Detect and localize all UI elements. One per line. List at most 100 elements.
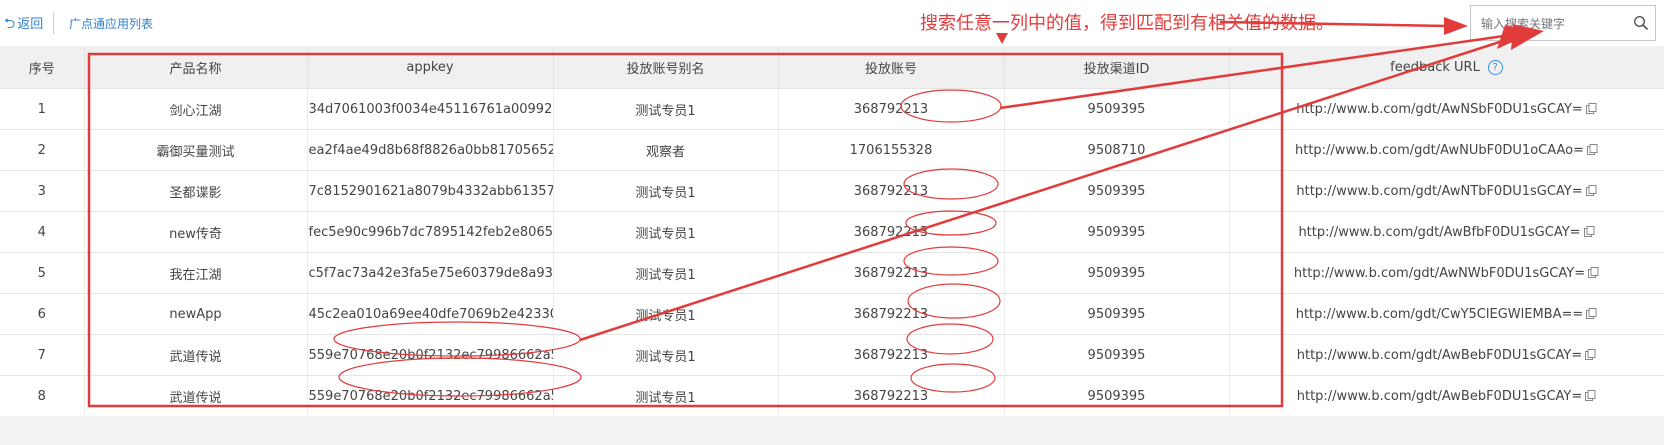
cell-index: 5	[0, 252, 85, 294]
cell-account-alias-text: 测试专员1	[635, 390, 696, 406]
copy-icon[interactable]	[1586, 307, 1597, 319]
cell-account-alias: 测试专员1	[553, 88, 779, 130]
app-table: 序号 产品名称 appkey 投放账号别名 投放账号 投放渠道ID feedba…	[0, 47, 1664, 416]
cell-channel-id: 9509395	[1004, 375, 1230, 416]
cell-product-name: 霸御买量测试	[84, 129, 308, 171]
top-bar: ⮌ 返回 广点通应用列表	[0, 0, 1664, 46]
copy-icon[interactable]	[1585, 389, 1596, 401]
cell-appkey: 559e70768e20b0f2132ec79986662a53	[307, 375, 554, 416]
table-row[interactable]: 4 new传奇 fec5e90c996b7dc7895142feb2e80657 测试…	[0, 211, 1664, 253]
cell-product-name-text: 我在江湖	[169, 267, 222, 283]
cell-appkey-text: 559e70768e20b0f2132ec79986662a53	[308, 388, 553, 404]
cell-account: 368792213	[778, 375, 1005, 416]
cell-appkey-text: 559e70768e20b0f2132ec79986662a53	[308, 347, 553, 363]
cell-account-alias-text: 测试专员1	[635, 103, 696, 119]
cell-feedback-url: http://www.b.com/gdt/AwNTbF0DU1sGCAY=	[1229, 170, 1664, 212]
cell-channel-id: 9509395	[1004, 211, 1230, 253]
cell-account-alias: 测试专员1	[553, 252, 779, 294]
table-row[interactable]: 1 剑心江湖 34d7061003f0034e45116761a00992ed 测试专…	[0, 88, 1664, 130]
table-row[interactable]: 2 霸御买量测试 ea2f4ae49d8b68f8826a0bb817056528 观…	[0, 129, 1664, 171]
cell-account-alias: 观察者	[553, 129, 779, 171]
cell-feedback-url: http://www.b.com/gdt/AwNWbF0DU1sGCAY=	[1229, 252, 1664, 294]
table-row[interactable]: 3 圣都谍影 7c8152901621a8079b4332abb613574f 测试专…	[0, 170, 1664, 212]
cell-index: 1	[0, 88, 85, 130]
table-row[interactable]: 6 newApp 45c2ea010a69ee40dfe7069b2e423302 测…	[0, 293, 1664, 335]
cell-feedback-url-text: http://www.b.com/gdt/AwNSbF0DU1sGCAY=	[1296, 101, 1583, 117]
cell-product-name-text: newApp	[169, 306, 222, 322]
cell-feedback-url: http://www.b.com/gdt/AwBebF0DU1sGCAY=	[1229, 334, 1664, 376]
copy-icon[interactable]	[1585, 102, 1597, 114]
copy-icon[interactable]	[1583, 225, 1595, 237]
back-label: 返回	[17, 17, 44, 32]
cell-feedback-url-text: http://www.b.com/gdt/AwNWbF0DU1sGCAY=	[1293, 265, 1586, 281]
cell-product-name: 圣都谍影	[84, 170, 308, 212]
cell-account-alias-text: 测试专员1	[635, 349, 696, 365]
cell-appkey-text: 7c8152901621a8079b4332abb613574f	[308, 183, 553, 199]
cell-channel-id-text: 9509395	[1087, 347, 1146, 363]
cell-index: 6	[0, 293, 85, 335]
cell-feedback-url-text: http://www.b.com/gdt/AwBebF0DU1sGCAY=	[1296, 388, 1583, 404]
cell-index-text: 2	[37, 142, 46, 158]
cell-account-text: 368792213	[853, 347, 929, 363]
search-icon[interactable]	[1633, 15, 1649, 31]
cell-appkey: 559e70768e20b0f2132ec79986662a53	[307, 334, 554, 376]
copy-icon[interactable]	[1587, 143, 1598, 155]
cell-channel-id-text: 9508710	[1087, 142, 1146, 158]
cell-appkey: 7c8152901621a8079b4332abb613574f	[307, 170, 554, 212]
cell-account: 368792213	[778, 170, 1005, 212]
cell-channel-id: 9509395	[1004, 170, 1230, 212]
cell-index-text: 5	[37, 265, 46, 281]
cell-channel-id-text: 9509395	[1087, 101, 1146, 117]
col-header-index: 序号	[0, 47, 85, 89]
cell-account-alias-text: 测试专员1	[635, 308, 696, 324]
back-arrow-icon: ⮌	[4, 16, 16, 32]
cell-product-name: new传奇	[84, 211, 308, 253]
cell-product-name-text: 剑心江湖	[169, 103, 222, 119]
table-row[interactable]: 8 武道传说 559e70768e20b0f2132ec79986662a53 测试专…	[0, 375, 1664, 416]
cell-feedback-url-text: http://www.b.com/gdt/CwY5ClEGWlEMBA==	[1295, 306, 1584, 322]
col-header-channel-id: 投放渠道ID	[1004, 47, 1230, 89]
cell-account-alias: 测试专员1	[553, 170, 779, 212]
search-box	[1470, 5, 1656, 41]
cell-appkey: c5f7ac73a42e3fa5e75e60379de8a93e	[307, 252, 554, 294]
search-input[interactable]	[1479, 14, 1628, 34]
cell-account-text: 368792213	[853, 224, 929, 240]
table-row[interactable]: 7 武道传说 559e70768e20b0f2132ec79986662a53 测试专…	[0, 334, 1664, 376]
cell-account-alias-text: 观察者	[645, 144, 685, 160]
cell-index: 8	[0, 375, 85, 416]
cell-channel-id-text: 9509395	[1087, 224, 1146, 240]
cell-account-alias: 测试专员1	[553, 375, 779, 416]
cell-channel-id-text: 9509395	[1087, 388, 1146, 404]
help-icon[interactable]: ?	[1487, 60, 1503, 75]
cell-appkey-text: c5f7ac73a42e3fa5e75e60379de8a93e	[308, 265, 553, 281]
cell-appkey-text: 45c2ea010a69ee40dfe7069b2e423302	[308, 306, 553, 322]
back-button[interactable]: ⮌ 返回	[4, 13, 43, 37]
cell-index-text: 1	[37, 101, 46, 117]
table-row[interactable]: 5 我在江湖 c5f7ac73a42e3fa5e75e60379de8a93e 测试专…	[0, 252, 1664, 294]
copy-icon[interactable]	[1585, 184, 1597, 196]
cell-account-text: 368792213	[853, 388, 929, 404]
cell-channel-id: 9508710	[1004, 129, 1230, 171]
cell-appkey: 45c2ea010a69ee40dfe7069b2e423302	[307, 293, 554, 335]
cell-index-text: 3	[37, 183, 46, 199]
copy-icon[interactable]	[1588, 266, 1599, 278]
cell-account-alias: 测试专员1	[553, 211, 779, 253]
breadcrumb-app-list[interactable]: 广点通应用列表	[69, 15, 153, 32]
cell-account-alias-text: 测试专员1	[635, 267, 696, 283]
cell-appkey-text: ea2f4ae49d8b68f8826a0bb817056528	[308, 142, 553, 158]
copy-icon[interactable]	[1585, 348, 1596, 360]
cell-product-name-text: 武道传说	[169, 349, 222, 365]
cell-account-alias-text: 测试专员1	[635, 226, 696, 242]
divider	[53, 12, 54, 34]
feedback-url-label: feedback URL	[1390, 60, 1480, 75]
cell-index: 2	[0, 129, 85, 171]
col-header-feedback-url: feedback URL?	[1229, 47, 1664, 89]
col-header-product-name: 产品名称	[84, 47, 308, 89]
cell-account: 368792213	[778, 293, 1005, 335]
cell-feedback-url-text: http://www.b.com/gdt/AwNTbF0DU1sGCAY=	[1296, 183, 1583, 199]
cell-account-text: 368792213	[853, 101, 929, 117]
cell-channel-id-text: 9509395	[1087, 183, 1146, 199]
cell-account-text: 368792213	[853, 306, 929, 322]
annotation-note: 搜索任意一列中的值，得到匹配到有相关值的数据。	[920, 13, 1334, 34]
cell-account: 368792213	[778, 334, 1005, 376]
